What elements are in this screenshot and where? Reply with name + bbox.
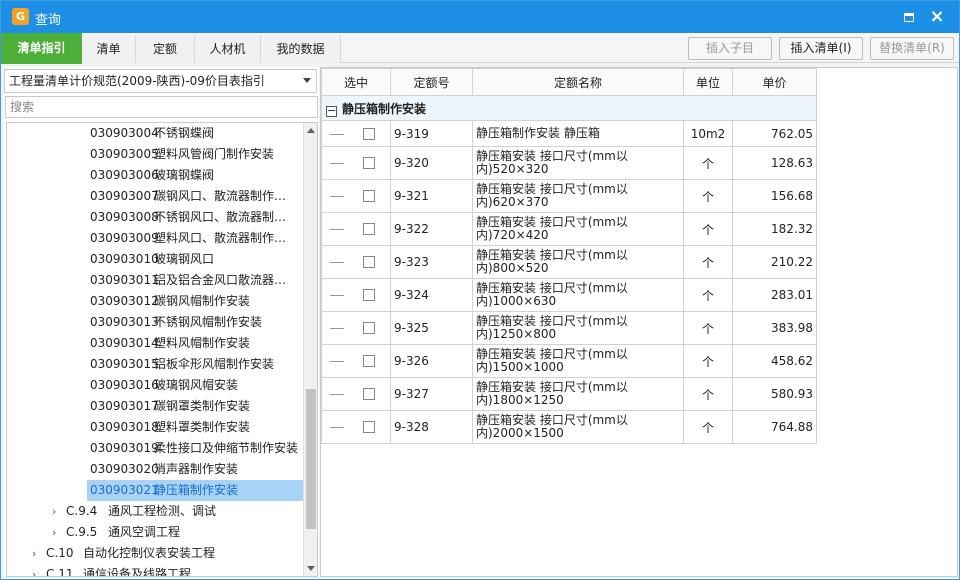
spec-select[interactable]: 工程量清单计价规范(2009-陕西)-09价目表指引 <box>4 69 317 93</box>
tree-line <box>330 229 344 230</box>
row-checkbox[interactable] <box>363 388 375 400</box>
row-checkbox[interactable] <box>363 190 375 202</box>
tree-line <box>330 133 344 135</box>
tree-item[interactable]: 030903006玻璃钢蝶阀 <box>87 165 303 186</box>
tree-item[interactable]: 030903019柔性接口及伸缩节制作安装 <box>87 438 303 459</box>
maximize-icon <box>904 13 914 22</box>
tab-bill-guide[interactable]: 清单指引 <box>1 33 82 64</box>
tab-quota[interactable]: 定额 <box>136 35 195 63</box>
query-window: G 查询 × 清单指引 清单 定额 人材机 我的数据 插入子目 插入清单(I) … <box>0 0 960 580</box>
table-row[interactable]: 9-319 静压箱制作安装 静压箱 10m2 762.05 <box>321 120 817 147</box>
chevron-right-icon: › <box>32 547 37 560</box>
col-header-unit[interactable]: 单位 <box>683 68 733 96</box>
group-title: 静压箱制作安装 <box>342 101 427 116</box>
row-checkbox[interactable] <box>363 421 375 433</box>
table-row[interactable]: 9-323 静压箱安装 接口尺寸(mm以 内)800×520 个 210.22 <box>321 245 817 279</box>
tree-item[interactable]: 030903010玻璃钢风口 <box>87 249 303 270</box>
table-header-row: 选中 定额号 定额名称 单位 单价 <box>321 68 817 96</box>
tab-labor-material-machine[interactable]: 人材机 <box>195 35 261 63</box>
tree-line <box>330 163 344 164</box>
insert-bill-button[interactable]: 插入清单(I) <box>779 37 863 60</box>
tree-item[interactable]: 030903013不锈钢风帽制作安装 <box>87 312 303 333</box>
title-bar: G 查询 × <box>1 1 959 33</box>
col-header-price[interactable]: 单价 <box>732 68 817 96</box>
window-title: 查询 <box>35 13 62 28</box>
col-header-code[interactable]: 定额号 <box>390 68 473 96</box>
tree-line <box>330 427 344 428</box>
table-row[interactable]: 9-327 静压箱安装 接口尺寸(mm以 内)1800×1250 个 580.93 <box>321 377 817 411</box>
table-row[interactable]: 9-326 静压箱安装 接口尺寸(mm以 内)1500×1000 个 458.62 <box>321 344 817 378</box>
tree-line <box>330 361 344 362</box>
tree-line <box>330 262 344 263</box>
row-checkbox[interactable] <box>363 355 375 367</box>
table-row[interactable]: 9-322 静压箱安装 接口尺寸(mm以 内)720×420 个 182.32 <box>321 212 817 246</box>
tree-item[interactable]: 030903014塑料风帽制作安装 <box>87 333 303 354</box>
tree-item[interactable]: 030903015铝板伞形风帽制作安装 <box>87 354 303 375</box>
row-checkbox[interactable] <box>363 127 375 140</box>
tree-item[interactable]: 030903007碳钢风口、散流器制作… <box>87 186 303 207</box>
scroll-thumb[interactable] <box>306 389 316 529</box>
tree-node[interactable]: › C.9.4 通风工程检测、调试 <box>52 501 216 522</box>
table-row[interactable]: 9-325 静压箱安装 接口尺寸(mm以 内)1250×800 个 383.98 <box>321 311 817 345</box>
tree-item[interactable]: 030903005塑料风管阀门制作安装 <box>87 144 303 165</box>
tree-line <box>330 295 344 296</box>
chevron-down-icon <box>303 78 311 83</box>
tab-bill[interactable]: 清单 <box>82 35 136 63</box>
tree-item[interactable]: 030903017碳钢罩类制作安装 <box>87 396 303 417</box>
table-row[interactable]: 9-320 静压箱安装 接口尺寸(mm以 内)520×320 个 128.63 <box>321 146 817 180</box>
close-icon: × <box>929 6 945 27</box>
tree-scrollbar[interactable] <box>303 123 317 576</box>
tree-item[interactable]: 030903009塑料风口、散流器制作… <box>87 228 303 249</box>
chevron-right-icon: › <box>32 568 37 577</box>
tree-item[interactable]: 030903008不锈钢风口、散流器制… <box>87 207 303 228</box>
app-logo-icon: G <box>12 8 29 25</box>
maximize-button[interactable] <box>899 7 919 27</box>
tree-item-selected[interactable]: 030903021静压箱制作安装 <box>87 480 303 501</box>
tree-item[interactable]: 030903011铝及铝合金风口散流器… <box>87 270 303 291</box>
col-header-select[interactable]: 选中 <box>321 68 391 96</box>
tree-item[interactable]: 030903016玻璃钢风帽安装 <box>87 375 303 396</box>
scroll-down-icon <box>307 566 315 571</box>
tree-node[interactable]: › C.9.5 通风空调工程 <box>52 522 180 543</box>
replace-bill-button[interactable]: 替换清单(R) <box>870 37 954 60</box>
tree-item[interactable]: 030903020消声器制作安装 <box>87 459 303 480</box>
scroll-up-icon <box>307 128 315 133</box>
row-checkbox[interactable] <box>363 322 375 334</box>
chevron-right-icon: › <box>52 526 57 539</box>
tab-my-data[interactable]: 我的数据 <box>261 35 341 63</box>
left-panel: 工程量清单计价规范(2009-陕西)-09价目表指引 030903004不锈钢蝶… <box>4 67 319 577</box>
table-row[interactable]: 9-324 静压箱安装 接口尺寸(mm以 内)1000×630 个 283.01 <box>321 278 817 312</box>
collapse-icon[interactable]: − <box>326 105 337 117</box>
row-checkbox[interactable] <box>363 289 375 301</box>
tree-line <box>330 394 344 395</box>
col-header-name[interactable]: 定额名称 <box>472 68 684 96</box>
tree-node[interactable]: › C.11 通信设备及线路工程 <box>32 564 191 577</box>
tree-line <box>330 328 344 329</box>
row-checkbox[interactable] <box>363 256 375 268</box>
table-row[interactable]: 9-321 静压箱安装 接口尺寸(mm以 内)620×370 个 156.68 <box>321 179 817 213</box>
tree-node[interactable]: › C.10 自动化控制仪表安装工程 <box>32 543 215 564</box>
tree-item[interactable]: 030903004不锈钢蝶阀 <box>87 123 303 144</box>
bill-tree: 030903004不锈钢蝶阀 030903005塑料风管阀门制作安装 03090… <box>6 122 318 577</box>
tree-item[interactable]: 030903012碳钢风帽制作安装 <box>87 291 303 312</box>
quota-grid-panel: 选中 定额号 定额名称 单位 单价 − 静压箱制作安装 9-319 静压箱制作安装… <box>320 67 958 577</box>
row-checkbox[interactable] <box>363 157 375 169</box>
quota-table: 选中 定额号 定额名称 单位 单价 − 静压箱制作安装 9-319 静压箱制作安装… <box>321 68 817 444</box>
table-row[interactable]: 9-328 静压箱安装 接口尺寸(mm以 内)2000×1500 个 764.88 <box>321 410 817 444</box>
tree-line <box>330 196 344 197</box>
spec-select-value: 工程量清单计价规范(2009-陕西)-09价目表指引 <box>9 74 265 88</box>
insert-child-button[interactable]: 插入子目 <box>688 37 772 60</box>
search-input[interactable] <box>5 96 318 118</box>
row-checkbox[interactable] <box>363 223 375 235</box>
tree-item[interactable]: 030903018塑料罩类制作安装 <box>87 417 303 438</box>
group-row[interactable]: − 静压箱制作安装 <box>321 95 817 121</box>
chevron-right-icon: › <box>52 505 57 518</box>
close-button[interactable]: × <box>927 7 947 27</box>
